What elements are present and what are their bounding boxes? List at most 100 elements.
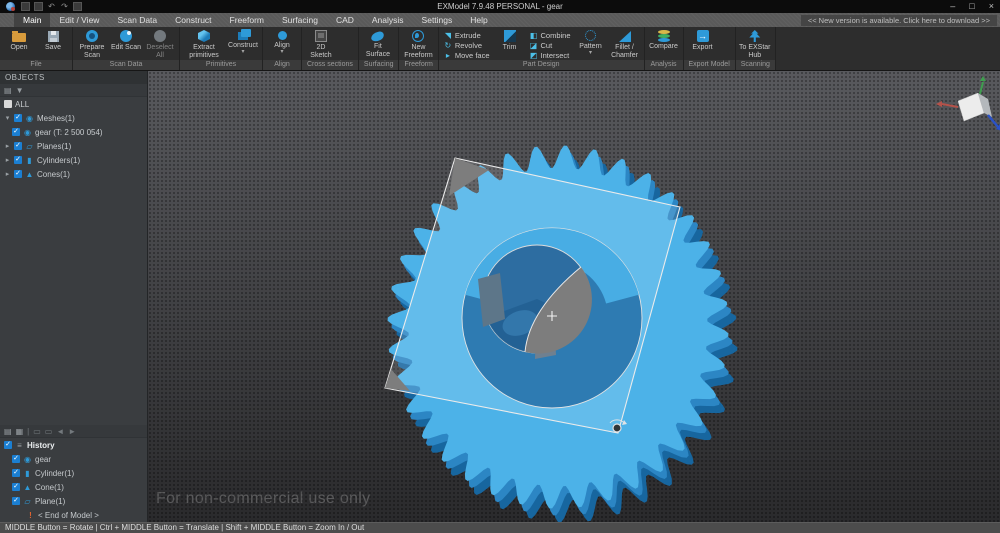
menu-help[interactable]: Help — [461, 13, 496, 27]
history-end-marker[interactable]: ! < End of Model > — [0, 508, 147, 522]
pattern-button[interactable]: Pattern ▾ — [575, 28, 607, 56]
compare-icon — [658, 30, 670, 34]
ribbon-group-file: Open Save File — [0, 27, 73, 70]
mouse-hint-text: MIDDLE Button = Rotate | Ctrl + MIDDLE B… — [5, 523, 364, 533]
menu-cad[interactable]: CAD — [327, 13, 363, 27]
combine-button[interactable]: ◧Combine — [528, 31, 573, 40]
menu-freeform[interactable]: Freeform — [221, 13, 273, 27]
deselect-all-button[interactable]: Deselect All — [144, 28, 176, 59]
checkbox[interactable]: ✓ — [12, 455, 20, 463]
expander-icon[interactable]: ▸ — [4, 142, 11, 150]
tree-row-gear[interactable]: ✓ ◉ gear (T: 2 500 054) — [0, 125, 147, 139]
tree-row-cones[interactable]: ▸ ✓ ▲ Cones(1) — [0, 167, 147, 181]
move-face-button[interactable]: ▸Move face — [442, 51, 492, 60]
update-notification-link[interactable]: << New version is available. Click here … — [801, 15, 997, 26]
fit-surface-button[interactable]: Fit Surface — [362, 28, 394, 58]
checkbox[interactable]: ✓ — [12, 128, 20, 136]
checkbox[interactable]: ✓ — [14, 114, 22, 122]
checkbox[interactable]: ✓ — [14, 142, 22, 150]
title-bar: ↶ ↷ EXModel 7.9.48 PERSONAL - gear – □ × — [0, 0, 1000, 13]
deselect-all-icon — [154, 30, 166, 42]
open-button[interactable]: Open — [3, 28, 35, 52]
history-row-cylinder[interactable]: ✓ ▮ Cylinder(1) — [0, 466, 147, 480]
app-logo-icon[interactable] — [6, 2, 15, 11]
tree-row-meshes[interactable]: ▾ ✓ ◉ Meshes(1) — [0, 111, 147, 125]
group-name-analysis: Analysis — [645, 60, 683, 70]
plane-icon: ▱ — [25, 142, 34, 151]
edit-scan-icon — [120, 30, 132, 42]
minimize-button[interactable]: – — [950, 0, 955, 13]
intersect-icon: ◩ — [530, 51, 538, 60]
menu-surfacing[interactable]: Surfacing — [273, 13, 327, 27]
step-box-icon[interactable]: ▭ — [45, 426, 53, 437]
ribbon-group-freeform: New Freeform Freeform — [399, 27, 438, 70]
history-header-row[interactable]: ✓ ≡ History — [0, 438, 147, 452]
expander-icon[interactable]: ▸ — [4, 170, 11, 178]
checkbox[interactable]: ✓ — [12, 497, 20, 505]
tree-row-cylinders[interactable]: ▸ ✓ ▮ Cylinders(1) — [0, 153, 147, 167]
hub-icon — [748, 30, 761, 42]
history-row-plane[interactable]: ✓ ▱ Plane(1) — [0, 494, 147, 508]
redo-icon[interactable]: ↷ — [60, 2, 69, 11]
checkbox[interactable]: ✓ — [12, 483, 20, 491]
menu-main[interactable]: Main — [14, 13, 50, 27]
menu-settings[interactable]: Settings — [413, 13, 462, 27]
extrude-button[interactable]: ◥Extrude — [442, 31, 492, 40]
fillet-chamfer-button[interactable]: Fillet / Chamfer — [609, 28, 641, 59]
undo-icon[interactable]: ↶ — [47, 2, 56, 11]
checkbox[interactable] — [4, 100, 12, 108]
menu-edit-view[interactable]: Edit / View — [50, 13, 108, 27]
edit-scan-button[interactable]: Edit Scan — [110, 28, 142, 52]
prepare-scan-button[interactable]: Prepare Scan — [76, 28, 108, 59]
ribbon: Open Save File Prepare Scan Edit Scan — [0, 27, 1000, 71]
gear-model-scene[interactable] — [148, 71, 1000, 522]
menu-scan-data[interactable]: Scan Data — [108, 13, 166, 27]
close-button[interactable]: × — [989, 0, 994, 13]
history-row-gear[interactable]: ✓ ◉ gear — [0, 452, 147, 466]
history-tree-icon[interactable]: ▦ — [16, 426, 24, 437]
2d-sketch-button[interactable]: 2D Sketch — [305, 28, 337, 59]
step-first-icon[interactable]: ◄ — [56, 426, 64, 437]
construct-button[interactable]: Construct ▾ — [227, 28, 259, 55]
list-view-icon[interactable]: ▤ — [4, 85, 12, 96]
menu-analysis[interactable]: Analysis — [363, 13, 413, 27]
history-row-cone[interactable]: ✓ ▲ Cone(1) — [0, 480, 147, 494]
trim-button[interactable]: Trim — [494, 28, 526, 52]
maximize-button[interactable]: □ — [969, 0, 974, 13]
checkbox[interactable]: ✓ — [14, 170, 22, 178]
checkbox[interactable]: ✓ — [12, 469, 20, 477]
navigation-triad[interactable] — [936, 76, 1000, 131]
compare-button[interactable]: Compare — [648, 28, 680, 51]
checkbox[interactable]: ✓ — [14, 156, 22, 164]
checkbox[interactable]: ✓ — [4, 441, 12, 449]
menu-construct[interactable]: Construct — [166, 13, 220, 27]
group-name-cross-sections: Cross sections — [302, 60, 358, 70]
save-icon[interactable] — [21, 2, 30, 11]
save-as-icon[interactable] — [34, 2, 43, 11]
revolve-button[interactable]: ↻Revolve — [442, 41, 492, 50]
step-last-icon[interactable]: ► — [68, 426, 76, 437]
customize-icon[interactable] — [73, 2, 82, 11]
menu-bar: Main Edit / View Scan Data Construct Fre… — [0, 13, 1000, 27]
extract-primitives-button[interactable]: Extract primitives — [183, 28, 225, 59]
new-freeform-button[interactable]: New Freeform — [402, 28, 434, 59]
ribbon-group-scanning: To EXStar Hub Scanning — [736, 27, 776, 70]
align-button[interactable]: Align ▾ — [266, 28, 298, 55]
filter-icon[interactable]: ▼ — [16, 85, 24, 96]
step-box-icon[interactable]: ▭ — [33, 426, 41, 437]
intersect-button[interactable]: ◩Intersect — [528, 51, 573, 60]
3d-viewport[interactable]: For non-commercial use only — [148, 71, 1000, 522]
export-button[interactable]: Export — [687, 28, 719, 52]
cylinder-icon: ▮ — [25, 156, 34, 165]
tree-row-all[interactable]: ALL — [0, 97, 147, 111]
history-list-icon[interactable]: ▤ — [4, 426, 12, 437]
save-button[interactable]: Save — [37, 28, 69, 52]
expander-icon[interactable]: ▸ — [4, 156, 11, 164]
cut-button[interactable]: ◪Cut — [528, 41, 573, 50]
tree-row-planes[interactable]: ▸ ✓ ▱ Planes(1) — [0, 139, 147, 153]
to-exstar-hub-button[interactable]: To EXStar Hub — [739, 28, 771, 59]
expander-icon[interactable]: ▾ — [4, 114, 11, 122]
dropdown-caret-icon: ▾ — [280, 50, 283, 55]
mesh-icon: ◉ — [23, 455, 32, 464]
group-name-scanning: Scanning — [736, 60, 775, 70]
